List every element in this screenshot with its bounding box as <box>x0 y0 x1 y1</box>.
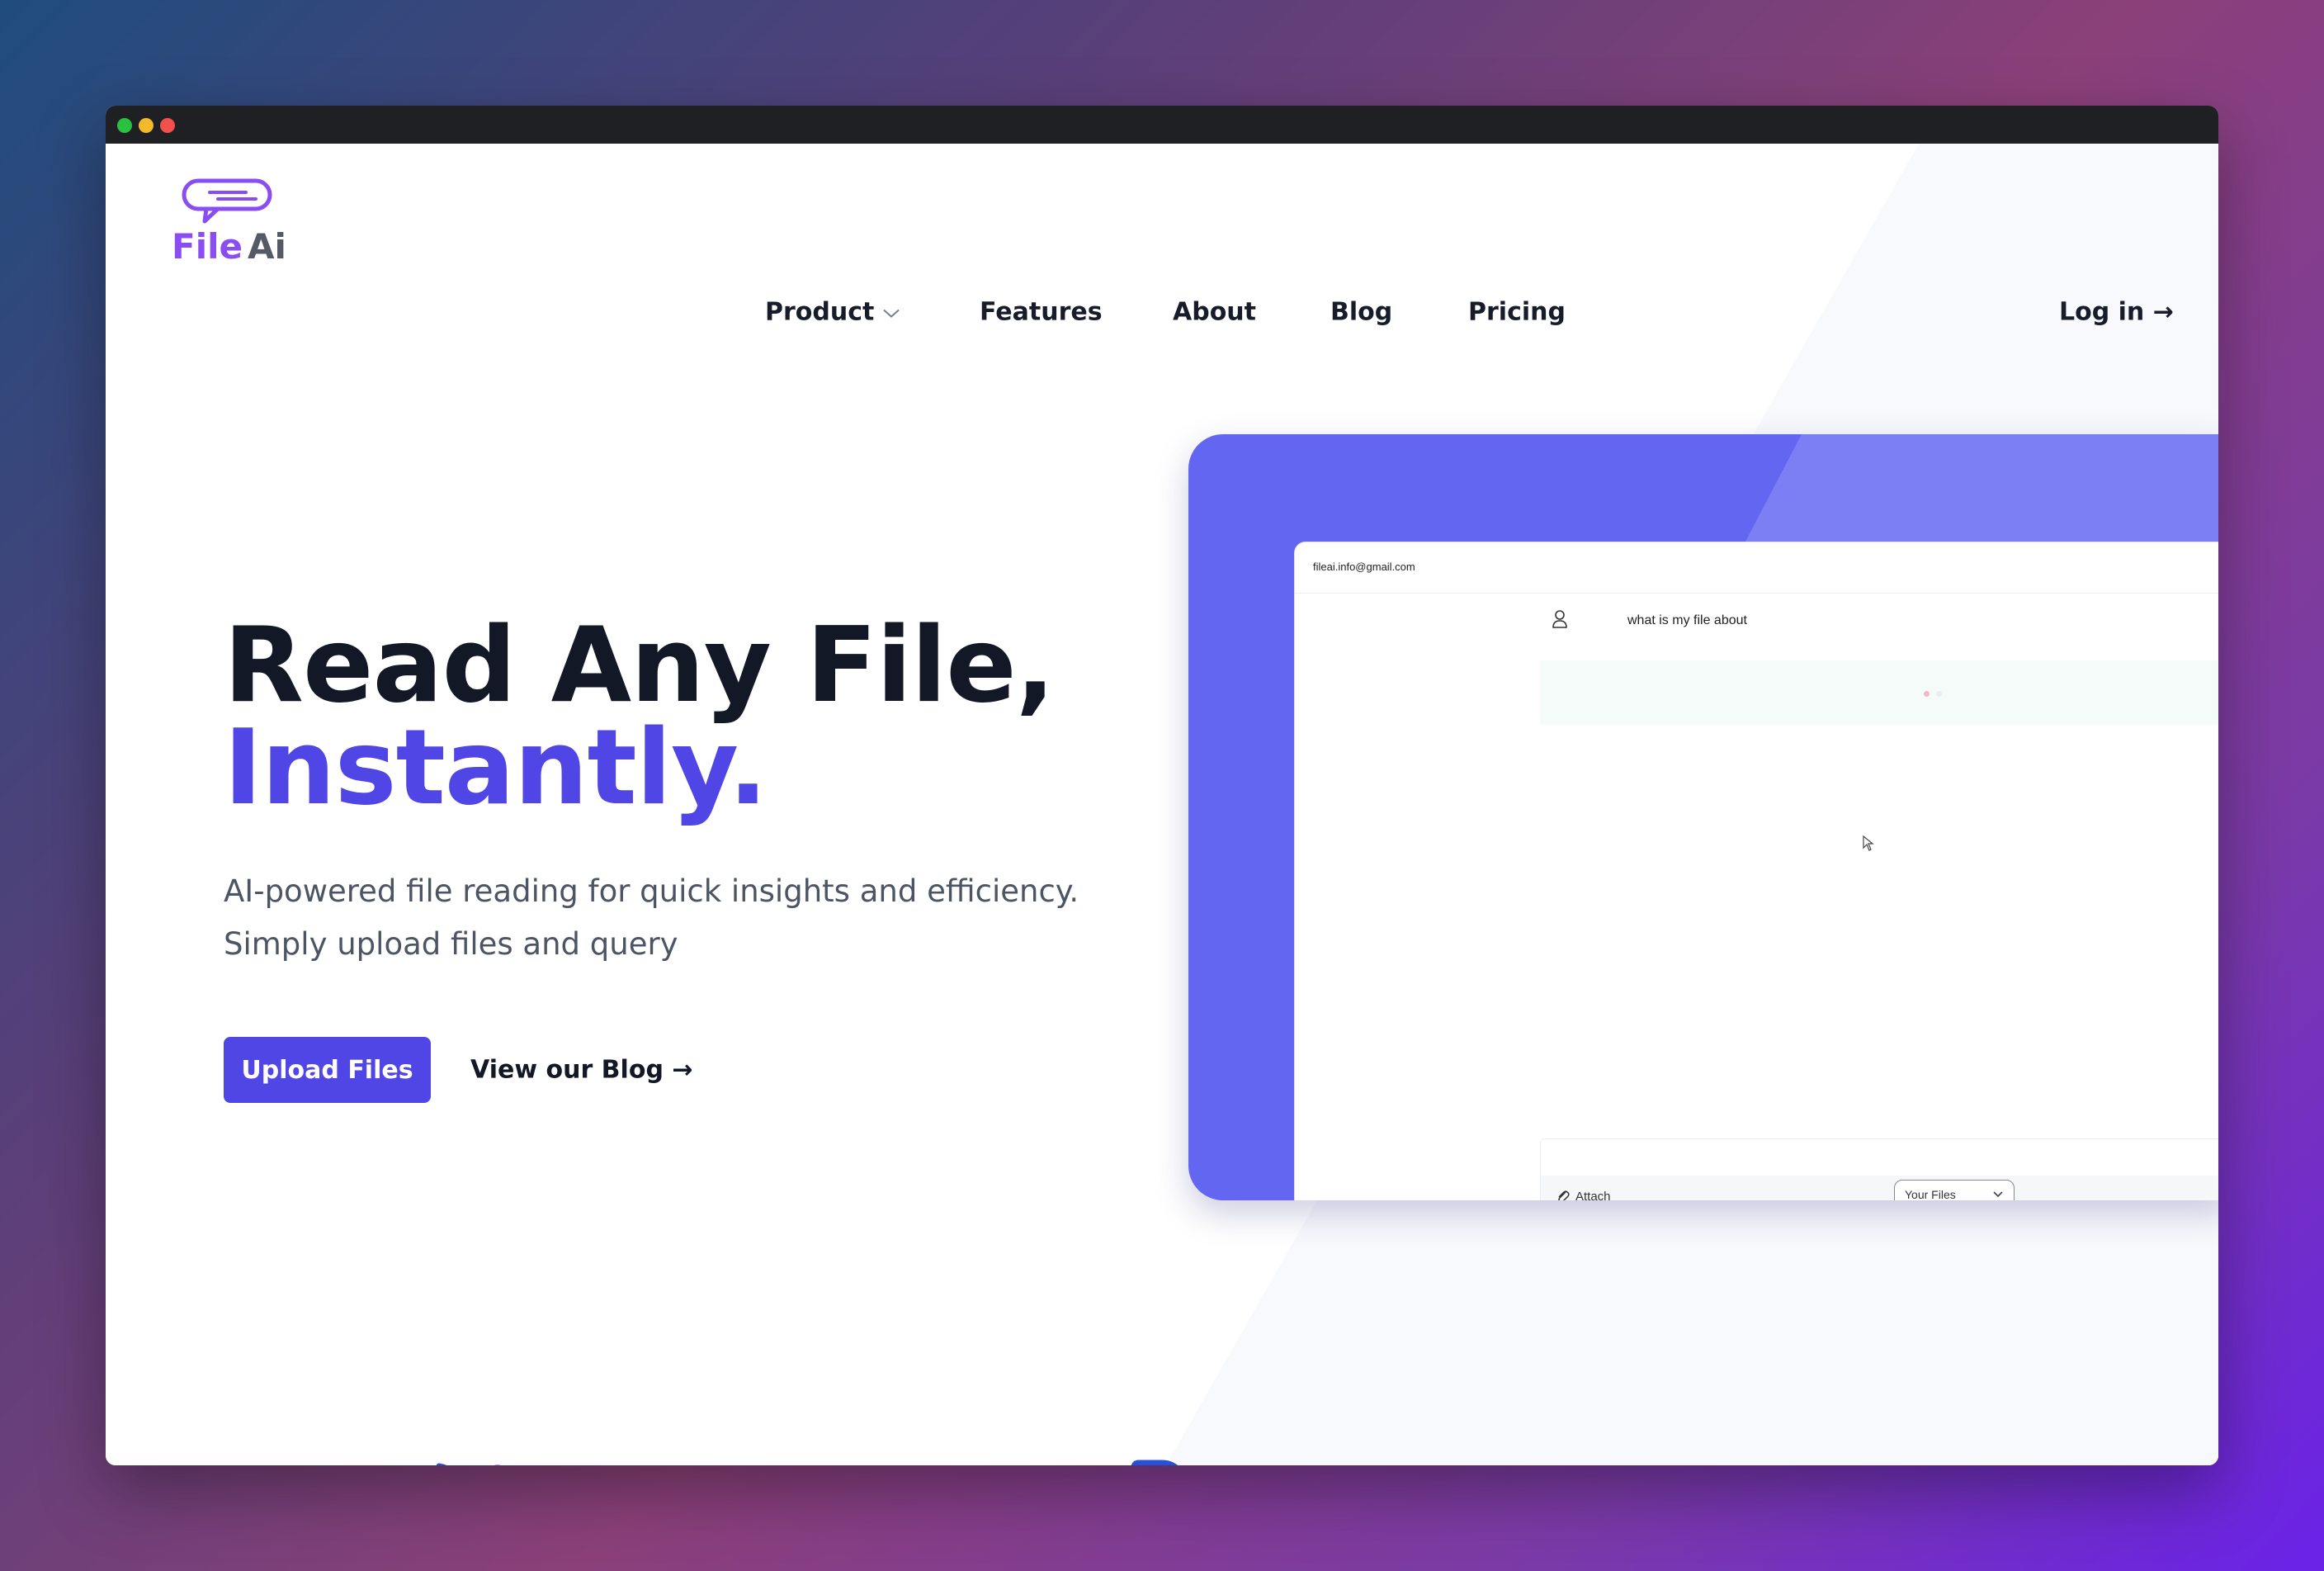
hero-subtitle: AI-powered file reading for quick insigh… <box>224 865 1131 971</box>
logo-link[interactable]: File Ai <box>172 168 320 276</box>
message-composer[interactable]: Attach Your Files <box>1540 1138 2218 1200</box>
composer-toolbar: Attach Your Files <box>1541 1176 2218 1200</box>
browser-window: File Ai Product Features About Blog Prici… <box>106 106 2218 1465</box>
nav-item-features[interactable]: Features <box>980 298 1103 327</box>
tools-icon <box>436 1463 502 1465</box>
logo-chat-bubble-icon <box>182 178 272 224</box>
hero-subtitle-line1: AI-powered file reading for quick insigh… <box>224 873 1079 909</box>
brand-part2: Ai <box>247 226 286 267</box>
document-icon <box>1131 1460 1178 1465</box>
user-question: what is my file about <box>1627 613 1747 627</box>
nav-item-about[interactable]: About <box>1173 298 1256 327</box>
hero-title-line2: Instantly. <box>224 707 768 828</box>
nav-item-label: Product <box>765 297 875 327</box>
attach-button[interactable]: Attach <box>1556 1189 1611 1200</box>
app-preview-header: fileai.info@gmail.com <box>1295 542 2218 594</box>
account-email: fileai.info@gmail.com <box>1313 561 1415 573</box>
landing-page: File Ai Product Features About Blog Prici… <box>106 144 2218 1465</box>
login-link[interactable]: Log in → <box>2059 298 2174 327</box>
nav-item-pricing[interactable]: Pricing <box>1468 298 1566 327</box>
attach-label: Attach <box>1575 1189 1611 1201</box>
answer-loading-box <box>1540 660 2218 725</box>
window-titlebar <box>106 106 2218 144</box>
chevron-down-icon <box>883 309 900 318</box>
window-maximize-button[interactable] <box>117 118 132 133</box>
chevron-down-icon <box>1993 1191 2003 1198</box>
hero-title: Read Any File, Instantly. <box>224 613 1056 828</box>
nav-item-product[interactable]: Product <box>765 298 900 327</box>
user-icon <box>1552 610 1567 628</box>
hero-subtitle-line2: Simply upload files and query <box>224 926 678 962</box>
typing-indicator-dot <box>1924 691 1930 697</box>
window-minimize-button[interactable] <box>139 118 154 133</box>
upload-files-button[interactable]: Upload Files <box>224 1037 431 1103</box>
cursor-icon <box>1863 835 1874 851</box>
file-scope-value: Your Files <box>1905 1188 1956 1200</box>
window-close-button[interactable] <box>160 118 175 133</box>
brand-part1: File <box>172 226 243 267</box>
nav-item-blog[interactable]: Blog <box>1330 298 1392 327</box>
view-blog-link[interactable]: View our Blog → <box>470 1056 693 1085</box>
app-preview-card: fileai.info@gmail.com what is my file ab… <box>1188 434 2218 1200</box>
paperclip-icon <box>1558 1190 1570 1200</box>
file-scope-select[interactable]: Your Files <box>1894 1180 2015 1200</box>
app-preview-window: fileai.info@gmail.com what is my file ab… <box>1294 542 2218 1200</box>
typing-indicator-dot <box>1936 691 1942 697</box>
brand-name: File Ai <box>172 226 286 267</box>
